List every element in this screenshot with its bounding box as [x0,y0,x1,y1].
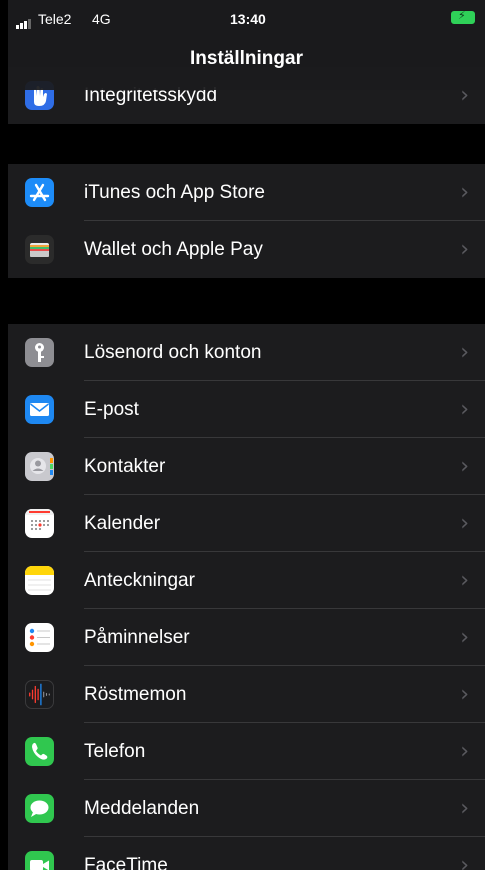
mail-icon [25,395,54,424]
settings-row-label: Telefon [84,741,146,762]
page-title: Inställningar [190,48,303,69]
settings-row-voice-memos[interactable]: Röstmemon › [8,666,485,723]
voice-memos-icon [25,680,54,709]
chevron-right-icon: › [460,568,469,593]
status-bar: Tele2 4G 13:40 ⚡ [8,0,485,38]
chevron-right-icon: › [460,625,469,650]
messages-icon [25,794,54,823]
chevron-right-icon: › [460,237,469,262]
chevron-right-icon: › [460,397,469,422]
settings-row-wallet-apple-pay[interactable]: Wallet och Apple Pay › [8,221,485,278]
settings-row-itunes-app-store[interactable]: iTunes och App Store › [8,164,485,221]
chevron-right-icon: › [460,340,469,365]
facetime-icon [25,851,54,870]
wallet-icon [25,235,54,264]
notes-icon [25,566,54,595]
chevron-right-icon: › [460,739,469,764]
navigation-bar: Tele2 4G 13:40 ⚡ Inställningar [8,0,485,90]
section-gap [8,124,485,164]
settings-row-label: Kontakter [84,456,166,477]
settings-row-label: Påminnelser [84,627,190,648]
status-time: 13:40 [230,11,266,27]
settings-row-label: E-post [84,399,139,420]
calendar-icon [25,509,54,538]
chevron-right-icon: › [460,454,469,479]
settings-row-label: Meddelanden [84,798,200,819]
chevron-right-icon: › [460,853,469,870]
battery-charging-icon: ⚡ [451,9,475,24]
settings-row-contacts[interactable]: Kontakter › [8,438,485,495]
settings-row-label: Wallet och Apple Pay [84,239,263,260]
settings-row-phone[interactable]: Telefon › [8,723,485,780]
settings-row-mail[interactable]: E-post › [8,381,485,438]
settings-row-calendar[interactable]: Kalender › [8,495,485,552]
chevron-right-icon: › [460,180,469,205]
settings-row-label: Anteckningar [84,570,195,591]
network-type: 4G [92,11,111,27]
app-store-icon [25,178,54,207]
settings-row-facetime[interactable]: FaceTime › [8,837,485,870]
settings-row-label: FaceTime [84,855,168,870]
reminders-icon [25,623,54,652]
carrier-name: Tele2 [38,11,72,27]
signal-strength-icon [16,13,32,29]
chevron-right-icon: › [460,796,469,821]
settings-row-messages[interactable]: Meddelanden › [8,780,485,837]
settings-screen: Integritetsskydd › iTunes och App Store … [0,0,485,870]
settings-row-label: Röstmemon [84,684,187,705]
key-icon [25,338,54,367]
settings-row-passwords-accounts[interactable]: Lösenord och konton › [8,324,485,381]
contacts-icon [25,452,54,481]
settings-row-label: Kalender [84,513,161,534]
chevron-right-icon: › [460,682,469,707]
phone-icon [25,737,54,766]
settings-row-label: Lösenord och konton [84,342,262,363]
chevron-right-icon: › [460,511,469,536]
settings-row-label: iTunes och App Store [84,182,265,203]
settings-row-notes[interactable]: Anteckningar › [8,552,485,609]
section-gap [8,278,485,324]
settings-row-reminders[interactable]: Påminnelser › [8,609,485,666]
